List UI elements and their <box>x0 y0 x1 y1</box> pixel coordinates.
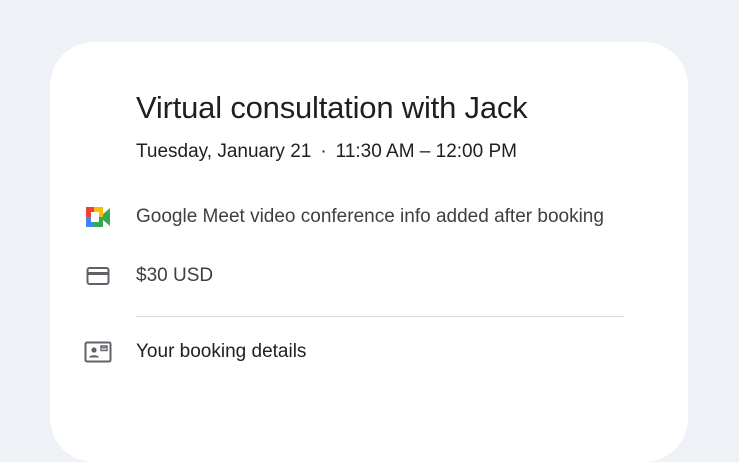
event-datetime: Tuesday, January 21 · 11:30 AM – 12:00 PM <box>136 141 517 163</box>
datetime-separator: · <box>320 141 327 162</box>
booking-details-label[interactable]: Your booking details <box>136 341 306 363</box>
credit-card-icon <box>82 260 114 292</box>
booking-card: Virtual consultation with Jack Tuesday, … <box>50 42 688 462</box>
event-time: 11:30 AM – 12:00 PM <box>335 141 517 162</box>
conference-info-text: Google Meet video conference info added … <box>136 206 604 227</box>
google-meet-icon <box>82 201 114 233</box>
price-text: $30 USD <box>136 265 214 286</box>
contact-card-icon <box>82 336 114 368</box>
event-title: Virtual consultation with Jack <box>136 90 528 125</box>
divider <box>136 316 624 317</box>
event-date: Tuesday, January 21 <box>136 141 312 162</box>
